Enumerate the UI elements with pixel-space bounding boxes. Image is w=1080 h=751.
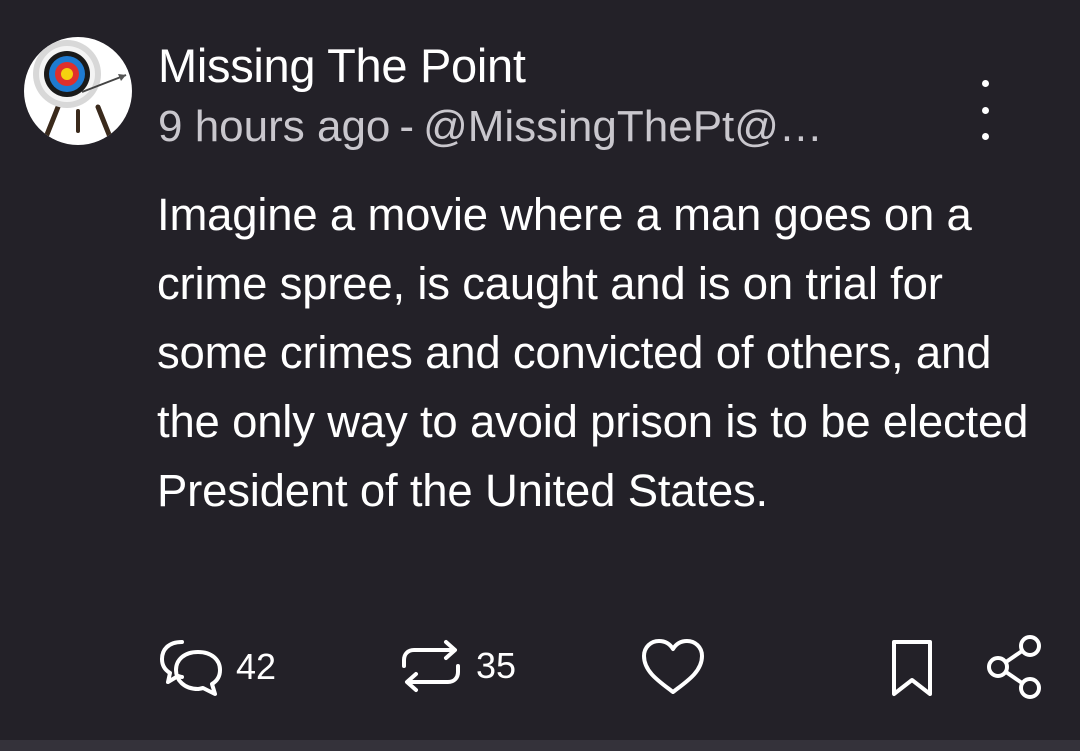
archery-target-icon xyxy=(33,40,127,140)
post-body: Imagine a movie where a man goes on a cr… xyxy=(157,189,1029,516)
meta-separator: - xyxy=(399,102,415,151)
author-name[interactable]: Missing The Point xyxy=(158,38,526,93)
reply-icon xyxy=(160,640,222,696)
action-bar: 42 35 xyxy=(0,630,1080,702)
heart-icon xyxy=(642,639,704,694)
post-meta: 9 hours ago - @MissingThePt@… xyxy=(158,102,823,152)
reply-button[interactable]: 42 xyxy=(158,636,276,698)
post-card: Missing The Point 9 hours ago - @Missing… xyxy=(0,0,1080,740)
bookmark-button[interactable] xyxy=(890,638,934,698)
more-options-button[interactable] xyxy=(966,80,1004,140)
more-vertical-icon-dot-3 xyxy=(981,133,989,140)
share-button[interactable] xyxy=(984,634,1044,700)
timestamp[interactable]: 9 hours ago xyxy=(158,102,390,152)
favourite-button[interactable] xyxy=(640,638,706,696)
more-vertical-icon-dot-2 xyxy=(981,106,989,114)
boost-button[interactable]: 35 xyxy=(398,638,516,694)
divider xyxy=(0,740,1080,751)
bookmark-icon xyxy=(892,640,932,696)
more-vertical-icon xyxy=(981,80,989,87)
boost-count: 35 xyxy=(476,645,517,686)
share-icon xyxy=(987,635,1041,699)
boost-icon xyxy=(402,640,460,692)
avatar[interactable] xyxy=(24,37,132,145)
author-handle[interactable]: @MissingThePt@… xyxy=(423,102,823,152)
reply-count: 42 xyxy=(236,646,277,687)
